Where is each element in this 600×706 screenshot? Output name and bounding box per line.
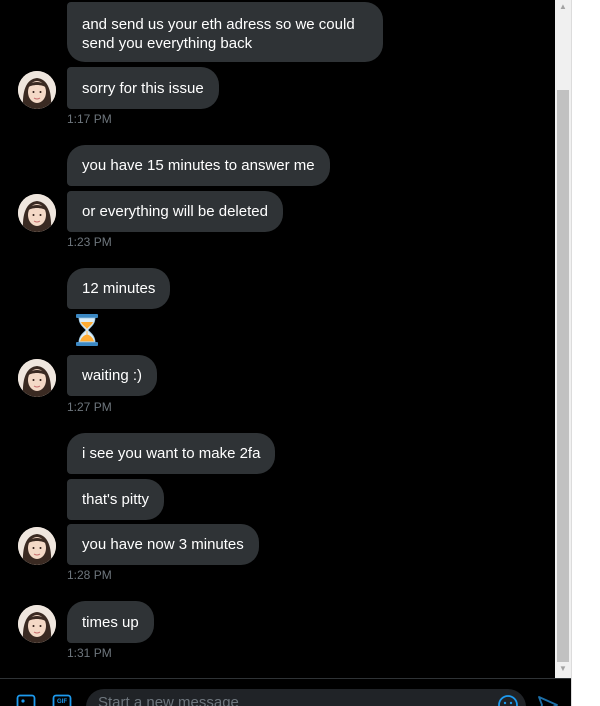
scroll-thumb[interactable]	[557, 90, 569, 662]
message-text: times up	[82, 613, 139, 631]
timestamp: 1:17 PM	[67, 112, 112, 126]
message-bubble[interactable]: sorry for this issue	[67, 67, 219, 109]
timestamp: 1:31 PM	[67, 646, 112, 660]
avatar[interactable]	[18, 527, 56, 565]
message-bubble[interactable]: i see you want to make 2fa	[67, 433, 276, 474]
message-bubble[interactable]: you have 15 minutes to answer me	[67, 145, 330, 186]
page-margin	[571, 0, 600, 706]
dm-conversation-window: and send us your eth adress so we could …	[0, 0, 571, 706]
message-text: you have 15 minutes to answer me	[82, 157, 315, 174]
message-text: and send us your eth adress so we could …	[82, 16, 355, 52]
message-bubble[interactable]: 12 minutes	[67, 268, 171, 309]
message-composer: GIF Start a new message	[0, 678, 571, 706]
message-bubble[interactable]: that's pitty	[67, 479, 165, 520]
avatar[interactable]	[18, 194, 56, 232]
message-text: that's pitty	[82, 491, 150, 508]
scrollbar[interactable]: ▲ ▼	[555, 0, 571, 678]
avatar[interactable]	[18, 605, 56, 643]
avatar[interactable]	[18, 71, 56, 109]
message-input[interactable]: Start a new message	[86, 689, 526, 706]
message-bubble[interactable]: or everything will be deleted	[67, 191, 283, 232]
timestamp: 1:28 PM	[67, 568, 112, 582]
message-input-placeholder: Start a new message	[98, 694, 239, 706]
message-text: i see you want to make 2fa	[82, 445, 261, 462]
message-bubble[interactable]: waiting :)	[67, 355, 158, 396]
hourglass-icon[interactable]	[72, 313, 102, 347]
gif-icon[interactable]: GIF	[52, 694, 72, 706]
message-text: sorry for this issue	[82, 79, 204, 97]
message-bubble[interactable]: you have now 3 minutes	[67, 524, 259, 565]
timestamp: 1:23 PM	[67, 235, 112, 249]
scroll-up-arrow-icon[interactable]: ▲	[555, 0, 571, 14]
timestamp: 1:27 PM	[67, 400, 112, 414]
message-bubble[interactable]: times up	[67, 601, 154, 643]
scroll-down-arrow-icon[interactable]: ▼	[555, 662, 571, 676]
message-list[interactable]: and send us your eth adress so we could …	[0, 0, 555, 678]
send-icon[interactable]	[537, 694, 558, 706]
message-text: or everything will be deleted	[82, 203, 268, 220]
svg-text:GIF: GIF	[57, 699, 67, 705]
avatar[interactable]	[18, 359, 56, 397]
message-text: you have now 3 minutes	[82, 536, 244, 553]
emoji-icon[interactable]	[497, 694, 518, 706]
image-icon[interactable]	[16, 694, 36, 706]
message-text: waiting :)	[82, 367, 143, 384]
message-text: 12 minutes	[82, 280, 156, 297]
message-bubble[interactable]: and send us your eth adress so we could …	[67, 2, 383, 62]
